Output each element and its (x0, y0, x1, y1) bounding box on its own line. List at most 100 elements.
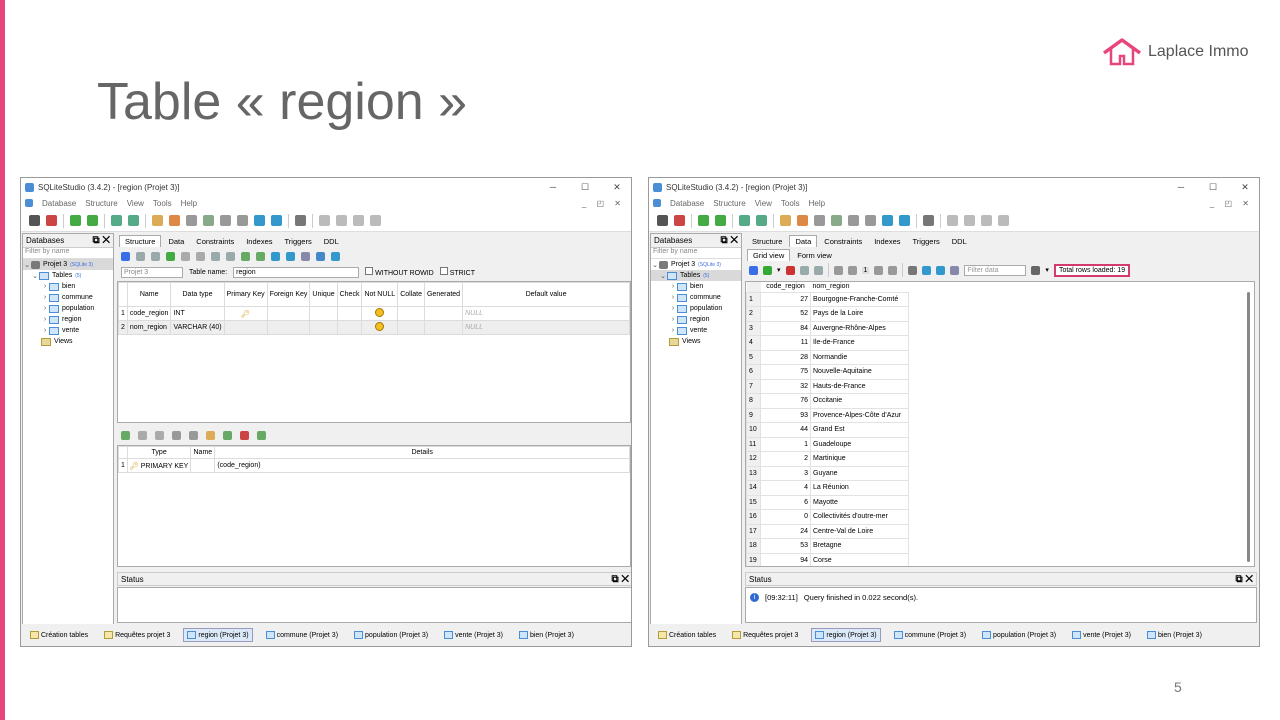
col-header-collate[interactable]: Collate (397, 282, 425, 307)
table-row[interactable]: 6 75 Nouvelle-Aquitaine (746, 364, 909, 380)
cell-code-region[interactable]: 4 (760, 480, 811, 496)
export-icon[interactable] (899, 215, 910, 226)
chevron-down-icon[interactable]: ▾ (1045, 266, 1049, 274)
table-name-input[interactable]: region (233, 266, 360, 278)
col-header-fk[interactable]: Foreign Key (266, 282, 311, 307)
table-row[interactable]: 1 🔑︎ PRIMARY KEY (code_region) (118, 458, 630, 473)
cascade-icon[interactable] (370, 215, 381, 226)
table-row[interactable]: 2 nom_region VARCHAR (40) NULL (118, 320, 630, 335)
export-icon[interactable] (936, 265, 946, 275)
db-select[interactable]: Projet 3 (121, 266, 183, 278)
tree-table-bien[interactable]: › bien (651, 281, 741, 292)
export-icon[interactable] (271, 215, 282, 226)
taskbar-tab[interactable]: bien (Projet 3) (1144, 629, 1205, 641)
taskbar-tab[interactable]: population (Projet 3) (351, 629, 431, 641)
commit-icon[interactable] (136, 251, 145, 261)
unique-icon[interactable] (240, 430, 249, 440)
minimize-button[interactable]: ─ (539, 182, 567, 192)
cell-nom-region[interactable]: Collectivités d'outre-mer (810, 509, 909, 525)
edit-db-icon[interactable] (87, 215, 98, 226)
tab-structure[interactable]: Structure (119, 235, 162, 247)
tree-tables[interactable]: ⌄ Tables (5) (23, 270, 113, 281)
delete-row-icon[interactable] (785, 265, 795, 275)
menu-help[interactable]: Help (809, 199, 825, 208)
reset-icon[interactable] (331, 251, 340, 261)
collations-icon[interactable] (203, 215, 214, 226)
settings-icon[interactable] (923, 215, 934, 226)
tab-ddl[interactable]: DDL (947, 236, 972, 247)
table-row[interactable]: 19 94 Corse (746, 552, 909, 566)
commit-icon[interactable] (799, 265, 809, 275)
tree-table-bien[interactable]: › bien (23, 281, 113, 292)
col-header-generated[interactable]: Generated (423, 282, 464, 307)
taskbar-tab[interactable]: bien (Projet 3) (516, 629, 577, 641)
tile-icon[interactable] (947, 215, 958, 226)
last-page-icon[interactable] (888, 265, 898, 275)
taskbar-tab-active[interactable]: region (Projet 3) (811, 628, 881, 642)
tree-table-vente[interactable]: › vente (23, 325, 113, 336)
taskbar-tab[interactable]: population (Projet 3) (979, 629, 1059, 641)
table-row[interactable]: 17 24 Centre-Val de Loire (746, 523, 909, 539)
sql-editor-icon[interactable] (152, 215, 163, 226)
rollback-icon[interactable] (813, 265, 823, 275)
mdi-controls[interactable]: _ ◰ ✕ (582, 199, 625, 208)
delete-constraint-icon[interactable] (155, 430, 164, 440)
tree-views[interactable]: Views (23, 336, 113, 347)
tile-h-icon[interactable] (964, 215, 975, 226)
cell-nom-region[interactable]: Pays de la Loire (810, 306, 909, 322)
page-number[interactable]: 1 (861, 266, 870, 274)
menu-tools[interactable]: Tools (781, 199, 800, 208)
cell-code-region[interactable]: 94 (760, 552, 811, 566)
sql-editor-icon[interactable] (780, 215, 791, 226)
history-icon[interactable] (797, 215, 808, 226)
constraint-header-details[interactable]: Details (214, 446, 630, 459)
table-row[interactable]: 14 4 La Réunion (746, 480, 909, 496)
tab-structure[interactable]: Structure (747, 236, 787, 247)
export-icon[interactable] (286, 251, 295, 261)
edit-table-icon[interactable] (756, 215, 767, 226)
add-constraint-icon[interactable] (121, 430, 130, 440)
cell-code-region[interactable]: 93 (760, 407, 811, 423)
tile-v-icon[interactable] (353, 215, 364, 226)
disconnect-icon[interactable] (674, 215, 685, 226)
tile-icon[interactable] (319, 215, 330, 226)
cell-nom-region[interactable]: Hauts-de-France (810, 378, 909, 394)
functions-icon[interactable] (186, 215, 197, 226)
taskbar-tab[interactable]: commune (Projet 3) (263, 629, 341, 641)
cell-nom-region[interactable]: Normandie (810, 349, 909, 365)
menu-view[interactable]: View (755, 199, 772, 208)
insert-row-icon[interactable] (763, 265, 772, 275)
move-down-icon[interactable] (189, 430, 198, 440)
cell-code-region[interactable]: 2 (760, 451, 811, 467)
add-constraint-icon[interactable] (241, 251, 250, 261)
move-up-icon[interactable] (172, 430, 181, 440)
cell-code-region[interactable]: 0 (760, 509, 811, 525)
tree-table-population[interactable]: › population (23, 303, 113, 314)
import-icon[interactable] (271, 251, 280, 261)
cell-code-region[interactable]: 52 (760, 306, 811, 322)
extensions-icon[interactable] (220, 215, 231, 226)
settings-icon[interactable] (295, 215, 306, 226)
table-row[interactable]: 15 6 Mayotte (746, 494, 909, 510)
table-row[interactable]: 2 52 Pays de la Loire (746, 306, 909, 322)
filter-input[interactable]: Filter by name (651, 248, 741, 259)
cell-code-region[interactable]: 84 (760, 320, 811, 336)
cell-code-region[interactable]: 53 (760, 538, 811, 554)
table-row[interactable]: 1 code_region INT 🔑︎ NULL (118, 306, 630, 321)
filter-data-input[interactable]: Filter data (964, 264, 1027, 276)
tree-table-commune[interactable]: › commune (23, 292, 113, 303)
snippets-icon[interactable] (237, 215, 248, 226)
cell-code-region[interactable]: 27 (760, 291, 811, 307)
constraint-header-name[interactable]: Name (190, 446, 216, 459)
first-page-icon[interactable] (833, 265, 843, 275)
add-db-icon[interactable] (698, 215, 709, 226)
import-icon[interactable] (922, 265, 932, 275)
table-row[interactable]: 10 44 Grand Est (746, 422, 909, 438)
col-header-check[interactable]: Check (336, 282, 363, 307)
prev-page-icon[interactable] (847, 265, 857, 275)
cell-nom-region[interactable]: Martinique (810, 451, 909, 467)
rollback-icon[interactable] (151, 251, 160, 261)
taskbar-tab-active[interactable]: region (Projet 3) (183, 628, 253, 642)
menu-view[interactable]: View (127, 199, 144, 208)
table-row[interactable]: 3 84 Auvergne-Rhône-Alpes (746, 320, 909, 336)
